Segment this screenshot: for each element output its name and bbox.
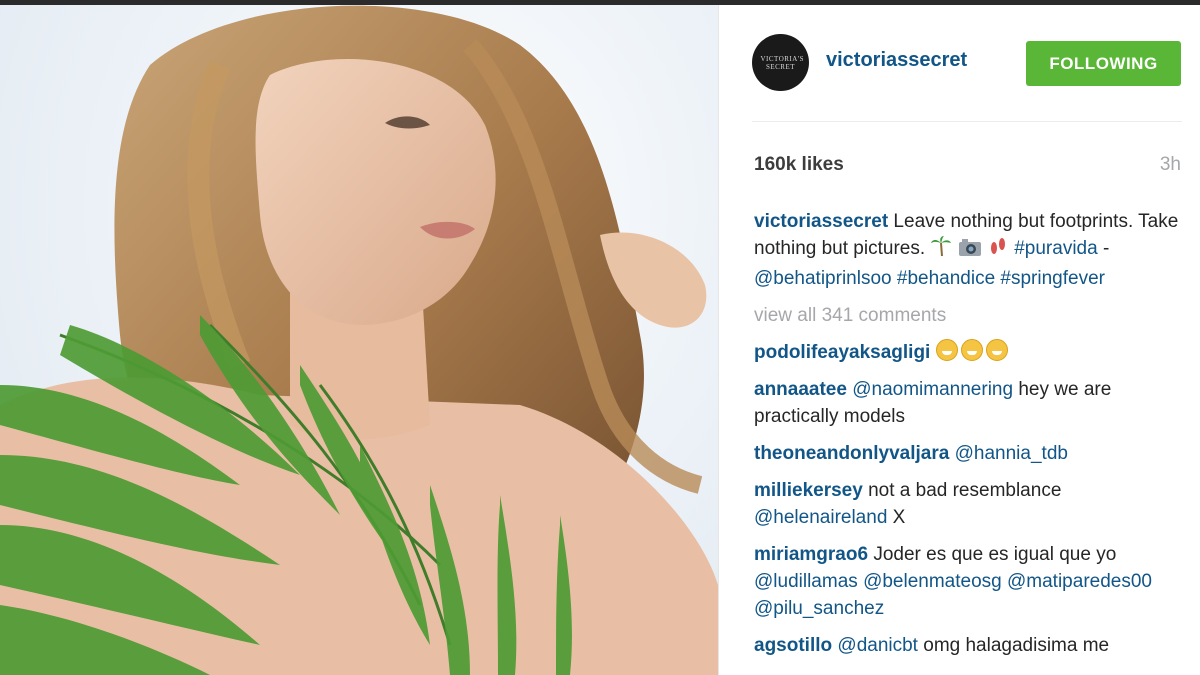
post-photo[interactable] <box>0 5 718 675</box>
mention-link[interactable]: @naomimannering <box>852 379 1013 400</box>
mention-link[interactable]: @behatiprinlsoo <box>754 268 892 289</box>
grin-emoji-icon <box>935 339 958 361</box>
comment: podolifeayaksagligi <box>754 339 1179 366</box>
comments-list: victoriassecret Leave nothing but footpr… <box>754 208 1179 669</box>
comment-username[interactable]: annaaatee <box>754 379 847 400</box>
comment-text: Joder es que es igual que yo <box>868 544 1117 565</box>
view-all-comments-link[interactable]: view all 341 comments <box>754 302 1179 329</box>
mention-link[interactable]: @pilu_sanchez <box>754 598 884 619</box>
grin-emoji-icon <box>985 339 1008 361</box>
palm-tree-icon <box>930 235 952 265</box>
comment: miriamgrao6 Joder es que es igual que yo… <box>754 541 1179 622</box>
mention-link[interactable]: @hannia_tdb <box>955 443 1068 464</box>
likes-count[interactable]: 160k likes <box>754 154 844 176</box>
mention-link[interactable]: @matiparedes00 <box>1007 571 1152 592</box>
caption-separator: - <box>1097 238 1110 259</box>
camera-icon <box>958 237 982 265</box>
post-sidebar: VICTORIA'S SECRET victoriassecret FOLLOW… <box>718 5 1200 675</box>
mention-link[interactable]: @helenaireland <box>754 507 887 528</box>
photo-illustration <box>0 5 718 675</box>
avatar[interactable]: VICTORIA'S SECRET <box>752 34 809 91</box>
hashtag-springfever[interactable]: #springfever <box>1000 268 1105 289</box>
footprints-icon <box>987 235 1009 265</box>
comment-username[interactable]: miriamgrao6 <box>754 544 868 565</box>
mention-link[interactable]: @ludillamas <box>754 571 858 592</box>
comment: theoneandonlyvaljara @hannia_tdb <box>754 440 1179 467</box>
comment: agsotillo @danicbt omg halagadisima me <box>754 632 1179 659</box>
caption: victoriassecret Leave nothing but footpr… <box>754 208 1179 292</box>
comment-text: not a bad resemblance <box>862 480 1062 501</box>
divider <box>752 121 1182 122</box>
comment-username[interactable]: agsotillo <box>754 635 832 656</box>
comment-username[interactable]: milliekersey <box>754 480 863 501</box>
post-header: VICTORIA'S SECRET victoriassecret FOLLOW… <box>719 5 1200 120</box>
comment-text: omg halagadisima me <box>917 635 1110 656</box>
following-button[interactable]: FOLLOWING <box>1026 41 1181 86</box>
comment-text: X <box>887 507 906 528</box>
avatar-logo-text: VICTORIA'S SECRET <box>760 54 804 71</box>
comment-username[interactable]: theoneandonlyvaljara <box>754 443 949 464</box>
grin-emoji-icon <box>960 339 983 361</box>
comment-username[interactable]: podolifeayaksagligi <box>754 342 930 363</box>
hashtag-puravida[interactable]: #puravida <box>1014 238 1097 259</box>
hashtag-behandice[interactable]: #behandice <box>897 268 995 289</box>
mention-link[interactable]: @danicbt <box>837 635 918 656</box>
comment: milliekersey not a bad resemblance @hele… <box>754 477 1179 531</box>
mention-link[interactable]: @belenmateosg <box>863 571 1002 592</box>
comment: annaaatee @naomimannering hey we are pra… <box>754 376 1179 430</box>
caption-username[interactable]: victoriassecret <box>754 211 888 232</box>
username-link[interactable]: victoriassecret <box>826 49 967 72</box>
post-time[interactable]: 3h <box>1160 154 1181 176</box>
